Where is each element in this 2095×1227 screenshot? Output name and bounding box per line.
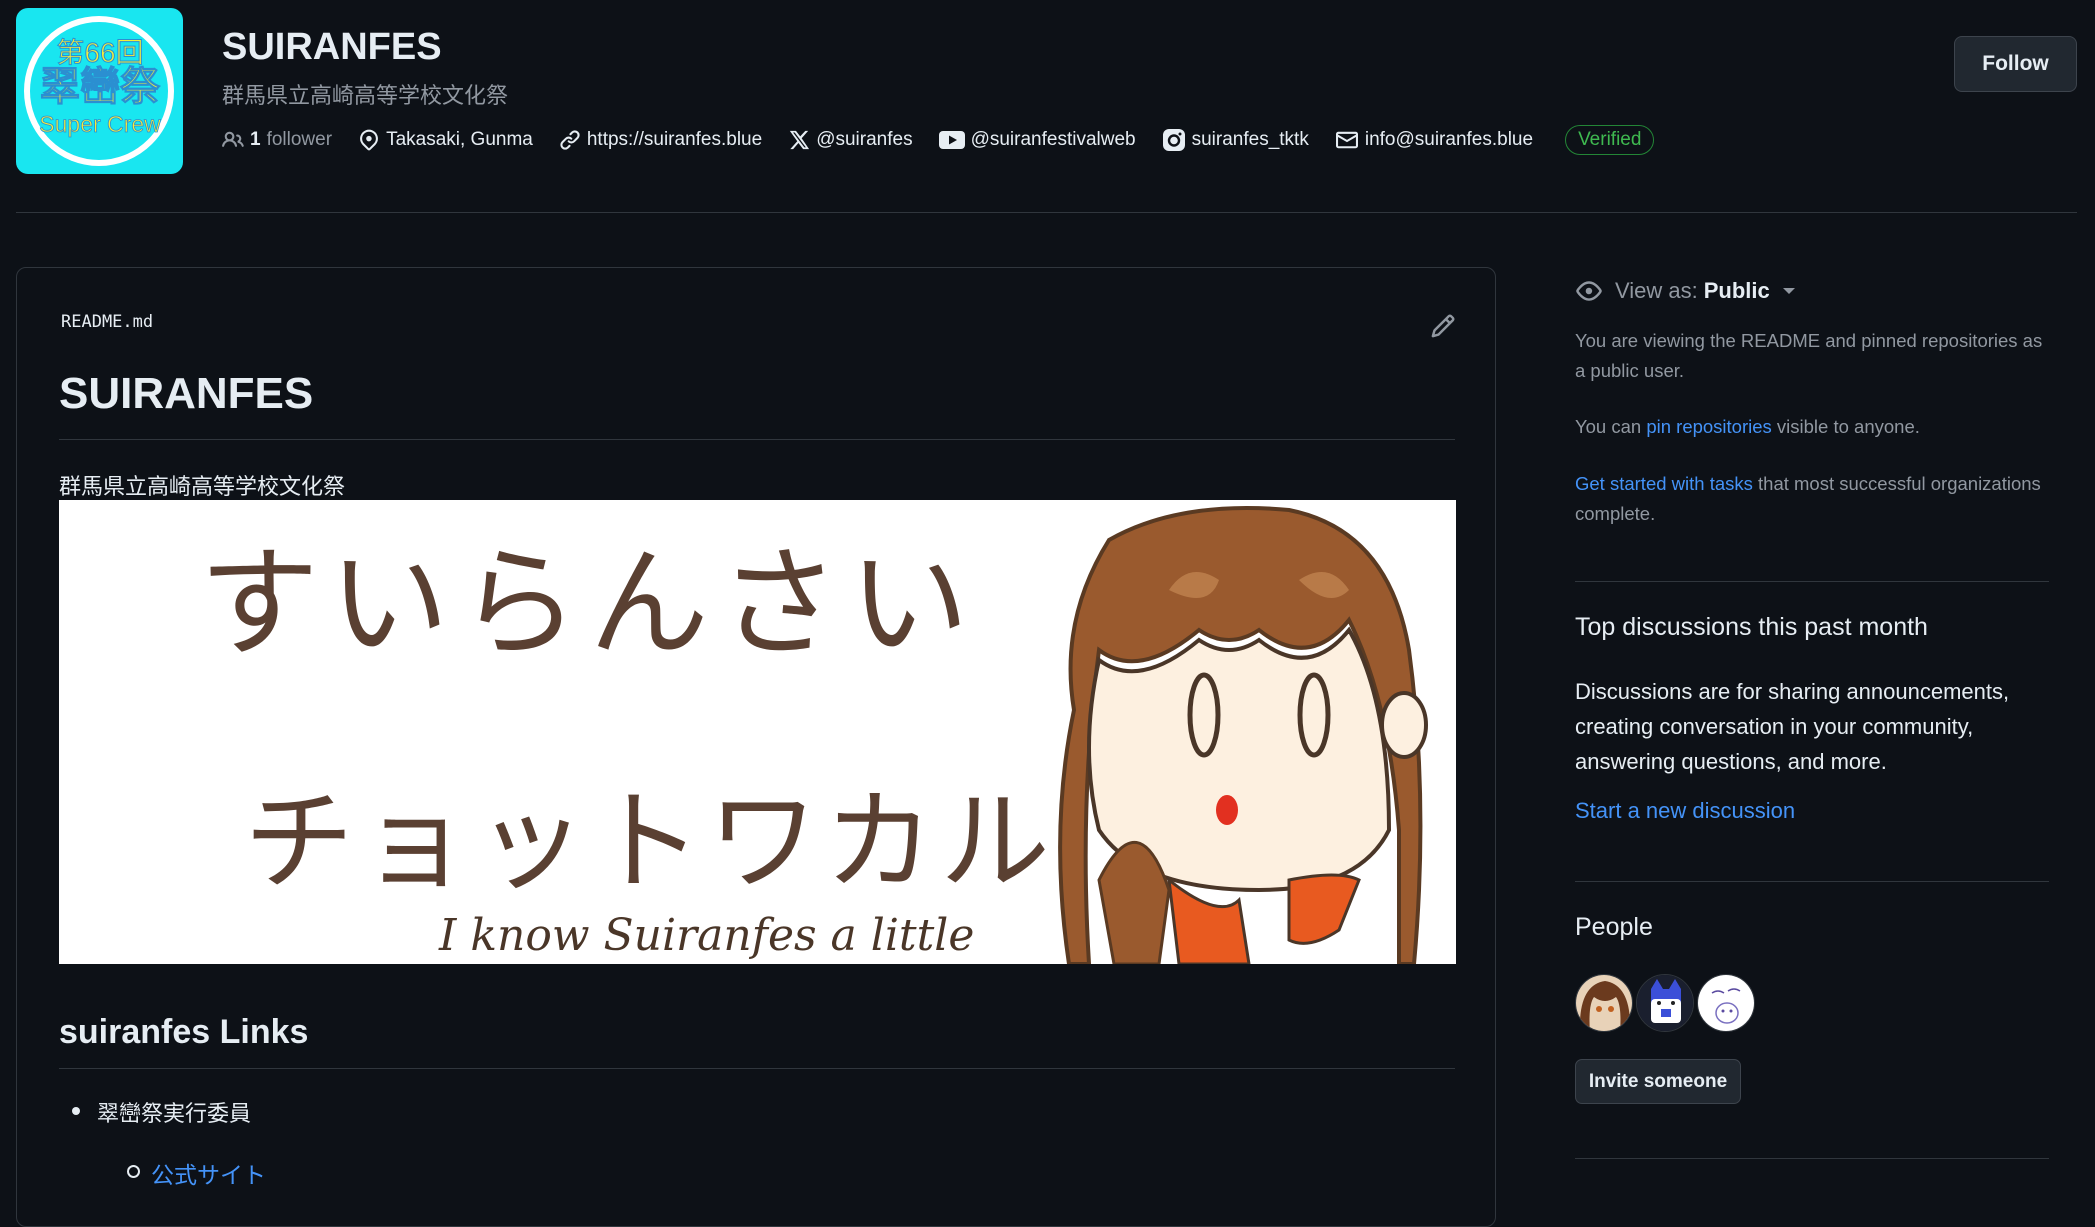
member-avatar[interactable] bbox=[1575, 974, 1633, 1032]
view-as-label: View as: bbox=[1615, 278, 1698, 303]
readme-card: README.md SUIRANFES 群馬県立高崎高等学校文化祭 すいらんさい… bbox=[16, 267, 1496, 1227]
followers-label: follower bbox=[266, 129, 333, 150]
sidebar-divider bbox=[1575, 881, 2049, 882]
readme-title: SUIRANFES bbox=[59, 369, 1455, 440]
followers-link[interactable]: 1 follower bbox=[222, 129, 332, 151]
youtube-icon bbox=[938, 131, 965, 149]
member-avatar[interactable] bbox=[1697, 974, 1755, 1032]
discussions-text: Discussions are for sharing announcement… bbox=[1575, 679, 2010, 774]
pin-repositories-link[interactable]: pin repositories bbox=[1646, 416, 1771, 437]
people-icon bbox=[222, 131, 244, 147]
banner-line3: I know Suiranfes a little bbox=[438, 910, 974, 961]
get-started-tasks-link[interactable]: Get started with tasks bbox=[1575, 473, 1753, 494]
pencil-icon bbox=[1431, 314, 1455, 338]
links-heading: suiranfes Links bbox=[59, 1013, 1455, 1069]
invite-someone-button[interactable]: Invite someone bbox=[1575, 1059, 1741, 1104]
follow-button[interactable]: Follow bbox=[1954, 36, 2077, 92]
view-as-dropdown[interactable]: View as: Public bbox=[1575, 278, 1796, 304]
people-heading: People bbox=[1575, 913, 1653, 941]
email-text: info@suiranfes.blue bbox=[1364, 129, 1534, 150]
readme-subtitle: 群馬県立高崎高等学校文化祭 bbox=[59, 474, 346, 499]
sidebar-divider bbox=[1575, 581, 2049, 582]
member-avatar[interactable] bbox=[1636, 974, 1694, 1032]
verified-badge[interactable]: Verified bbox=[1565, 125, 1655, 155]
pin-prefix: You can bbox=[1575, 416, 1647, 437]
instagram-handle: suiranfes_tktk bbox=[1191, 129, 1309, 150]
official-site-link[interactable]: 公式サイト bbox=[127, 1156, 266, 1190]
sidebar-divider bbox=[1575, 1158, 2049, 1159]
avatar-line3: Super Crew bbox=[39, 111, 161, 137]
caret-down-icon bbox=[1782, 288, 1795, 294]
link-icon bbox=[560, 130, 580, 150]
people-avatars bbox=[1575, 974, 1758, 1032]
instagram-icon bbox=[1162, 129, 1185, 151]
followers-count: 1 bbox=[250, 129, 261, 150]
email-link[interactable]: info@suiranfes.blue bbox=[1335, 129, 1533, 151]
org-header: 第66回 翠巒祭 Super Crew SUIRANFES 群馬県立高崎高等学校… bbox=[16, 8, 2077, 213]
website-text: https://suiranfes.blue bbox=[586, 129, 763, 150]
location-icon bbox=[360, 129, 379, 151]
website-link[interactable]: https://suiranfes.blue bbox=[559, 129, 762, 151]
pin-suffix: visible to anyone. bbox=[1771, 416, 1920, 437]
discussions-heading: Top discussions this past month bbox=[1575, 613, 1928, 641]
list-item: 翠巒祭実行委員 bbox=[71, 1096, 251, 1128]
avatar-line2: 翠巒祭 bbox=[40, 64, 161, 110]
x-handle: @suiranfes bbox=[816, 129, 913, 150]
org-description: 群馬県立高崎高等学校文化祭 bbox=[222, 83, 509, 108]
instagram-link[interactable]: suiranfes_tktk bbox=[1162, 128, 1309, 152]
readme-banner-image: すいらんさい チョットワカル I know Suiranfes a little bbox=[59, 500, 1456, 964]
eye-icon bbox=[1576, 281, 1602, 301]
location-text: Takasaki, Gunma bbox=[386, 129, 533, 150]
pin-note: You can pin repositories visible to anyo… bbox=[1575, 412, 2045, 442]
x-logo-icon bbox=[790, 130, 810, 150]
banner-line2: チョットワカル bbox=[244, 778, 1056, 906]
mail-icon bbox=[1335, 131, 1358, 149]
readme-filename: README.md bbox=[61, 312, 154, 332]
edit-readme-button[interactable] bbox=[1429, 312, 1457, 340]
org-avatar: 第66回 翠巒祭 Super Crew bbox=[16, 8, 183, 174]
viewing-note: You are viewing the README and pinned re… bbox=[1575, 330, 2043, 381]
location: Takasaki, Gunma bbox=[358, 129, 533, 151]
org-name: SUIRANFES bbox=[222, 26, 442, 68]
tasks-note: Get started with tasks that most success… bbox=[1575, 469, 2045, 529]
banner-line1: すいらんさい bbox=[199, 535, 979, 674]
youtube-link[interactable]: @suiranfestivalweb bbox=[938, 129, 1136, 151]
x-link[interactable]: @suiranfes bbox=[788, 129, 913, 151]
youtube-handle: @suiranfestivalweb bbox=[970, 129, 1136, 150]
org-meta: 1 follower Takasaki, Gunma https://suira… bbox=[222, 121, 1655, 159]
start-discussion-link[interactable]: Start a new discussion bbox=[1575, 798, 1795, 824]
view-as-value: Public bbox=[1703, 278, 1770, 303]
